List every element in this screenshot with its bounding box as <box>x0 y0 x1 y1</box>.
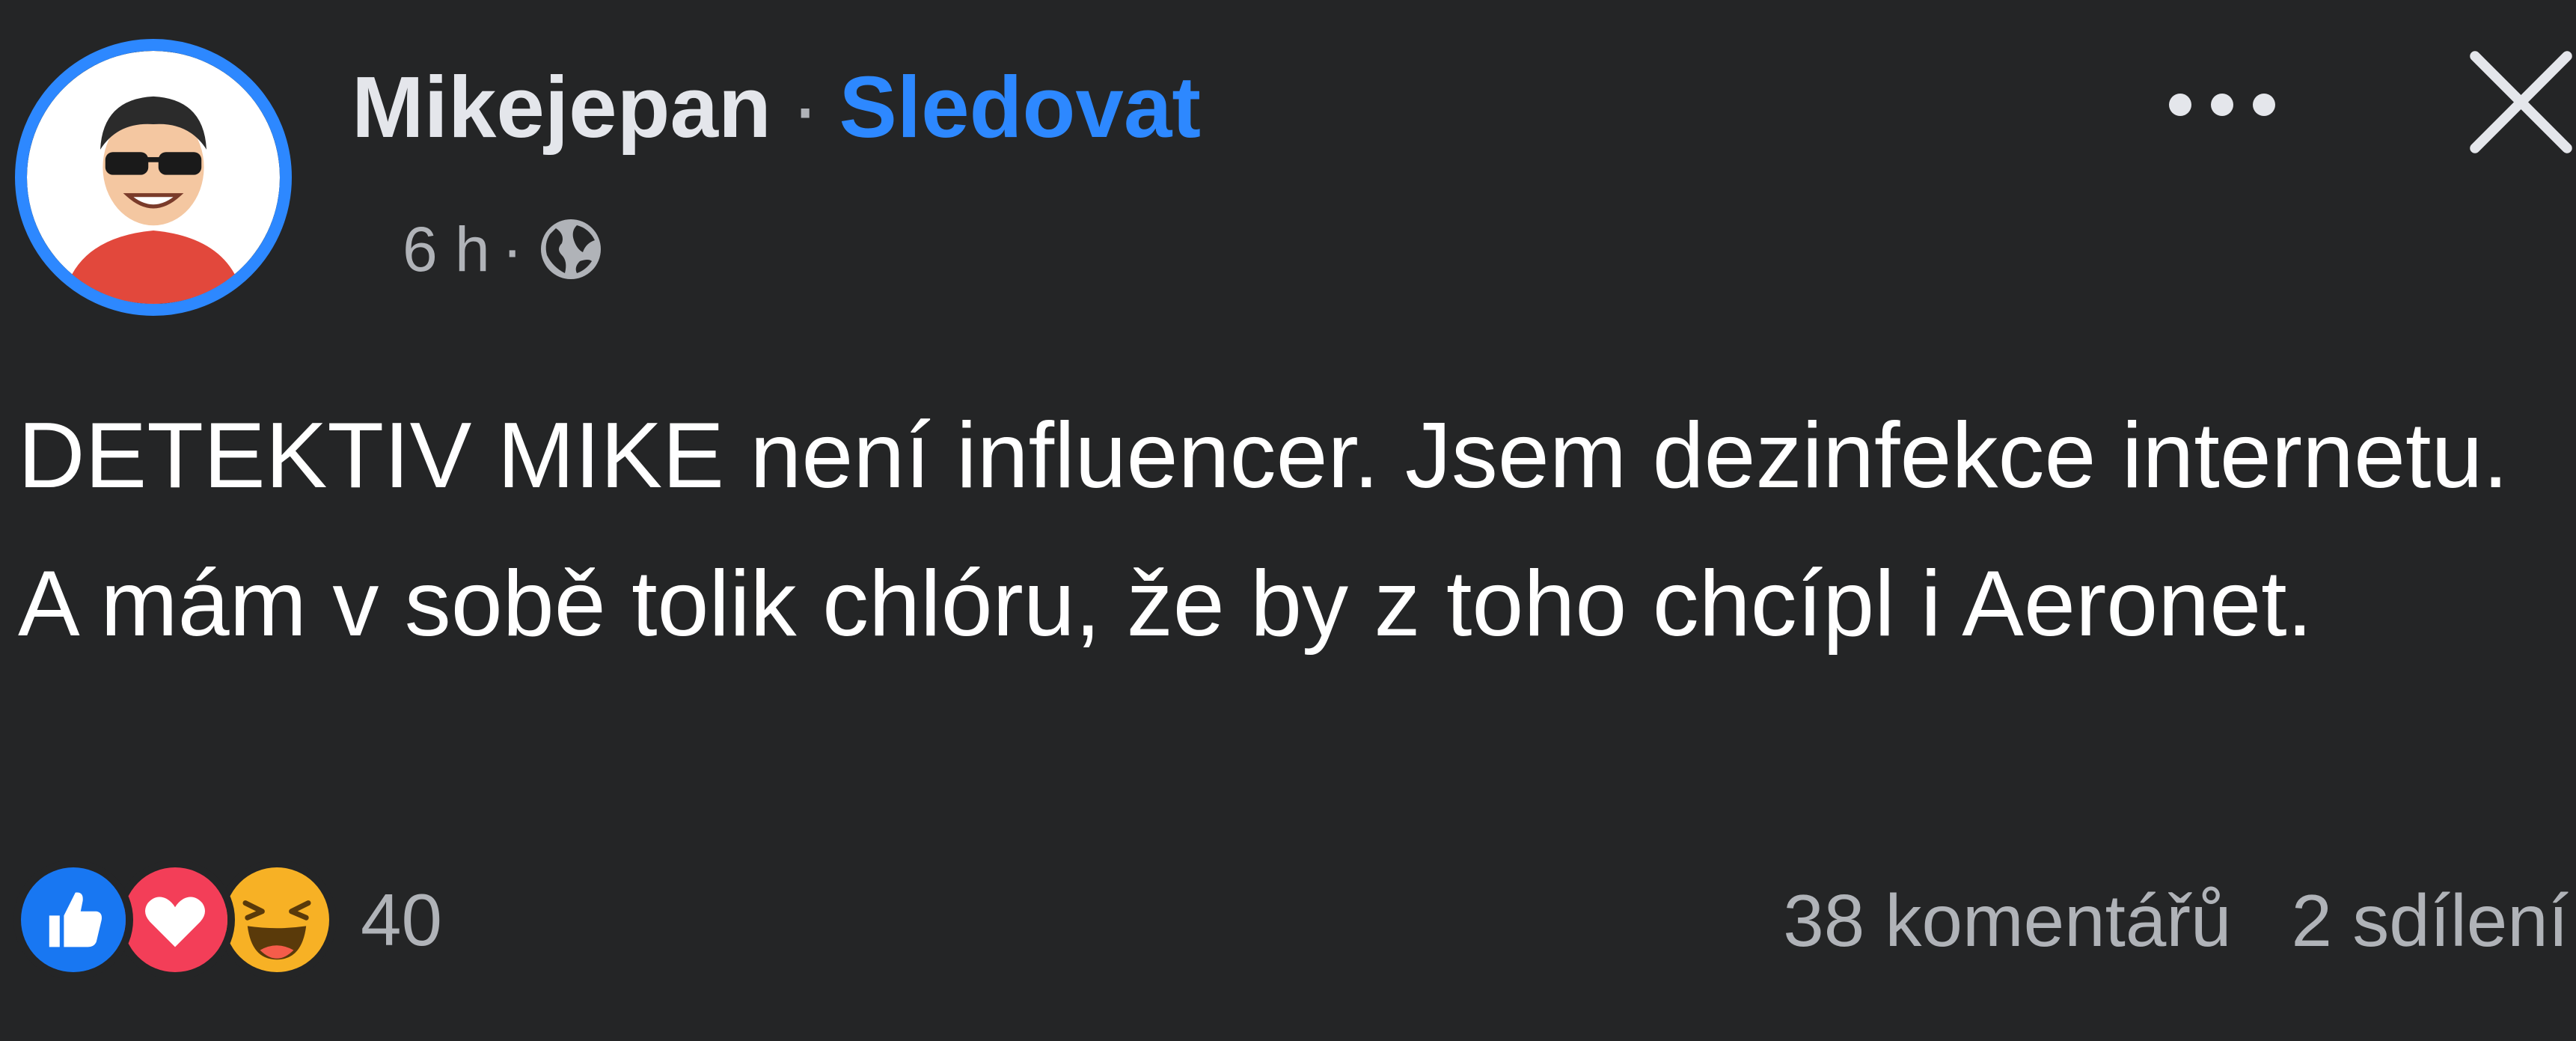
close-button[interactable] <box>2462 37 2574 165</box>
post-text: DETEKTIV MIKE není influencer. Jsem dezi… <box>18 404 2509 656</box>
author-name[interactable]: Mikejepan <box>352 57 771 157</box>
post-meta: 6 h · <box>403 208 607 290</box>
love-icon <box>123 867 227 972</box>
follow-button[interactable]: Sledovat <box>839 57 1201 157</box>
more-horizontal-icon <box>2169 94 2191 116</box>
header-separator: · <box>790 58 820 156</box>
like-icon <box>21 867 126 972</box>
haha-reaction <box>217 860 337 980</box>
comments-count-link[interactable]: 38 komentářů <box>1783 879 2231 963</box>
globe-icon <box>540 219 601 279</box>
reaction-count: 40 <box>361 878 443 961</box>
haha-icon <box>224 867 329 972</box>
more-horizontal-icon <box>2253 94 2275 116</box>
love-reaction <box>115 860 235 980</box>
reactions-summary[interactable]: 40 <box>13 856 442 983</box>
post-header: Mikejepan · Sledovat <box>352 51 1201 163</box>
avatar-image <box>27 51 280 304</box>
post-time[interactable]: 6 h <box>403 213 490 286</box>
author-avatar[interactable] <box>15 39 292 316</box>
meta-separator: · <box>501 213 523 284</box>
post-stats: 38 komentářů 2 sdílení <box>1783 868 2569 973</box>
close-icon <box>2470 51 2572 153</box>
more-horizontal-icon <box>2211 94 2233 116</box>
like-reaction <box>13 860 133 980</box>
more-options-button[interactable] <box>2147 75 2297 135</box>
shares-count-link[interactable]: 2 sdílení <box>2292 879 2569 963</box>
